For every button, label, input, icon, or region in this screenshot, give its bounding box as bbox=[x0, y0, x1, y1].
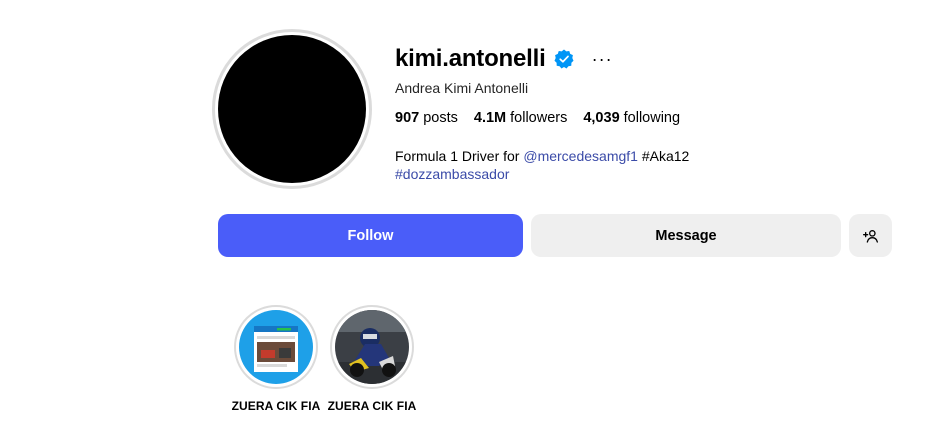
highlight-cover-ring bbox=[330, 305, 414, 389]
highlight-label: ZUERA CIK FIA bbox=[327, 399, 417, 413]
bio-text: Formula 1 Driver for bbox=[395, 148, 524, 164]
highlight-cover-image bbox=[335, 310, 409, 384]
following-label: following bbox=[623, 110, 681, 126]
followers-stat[interactable]: 4.1M followers bbox=[474, 110, 567, 126]
highlight-cover-image bbox=[239, 310, 313, 384]
suggested-accounts-button[interactable] bbox=[849, 214, 892, 257]
profile-avatar[interactable] bbox=[212, 29, 372, 189]
bio-mention-link[interactable]: @mercedesamgf1 bbox=[523, 148, 638, 164]
posts-count: 907 bbox=[395, 110, 420, 126]
more-options-icon[interactable]: ··· bbox=[592, 50, 613, 68]
followers-count: 4.1M bbox=[473, 110, 507, 126]
verified-badge-icon bbox=[554, 49, 574, 69]
bio-hashtag-aka12[interactable]: #Aka12 bbox=[642, 148, 689, 164]
following-stat[interactable]: 4,039 following bbox=[583, 110, 680, 126]
posts-label: posts bbox=[423, 110, 458, 126]
posts-stat: 907 posts bbox=[395, 110, 458, 126]
add-person-icon bbox=[862, 229, 878, 243]
following-count: 4,039 bbox=[583, 110, 620, 126]
highlight-label: ZUERA CIK FIA bbox=[231, 399, 321, 413]
bio-hashtag-link[interactable]: #dozzambassador bbox=[395, 166, 509, 182]
highlight-cover-ring bbox=[234, 305, 318, 389]
message-button[interactable]: Message bbox=[531, 214, 841, 257]
follow-button[interactable]: Follow bbox=[218, 214, 523, 257]
story-highlight[interactable]: ZUERA CIK FIA bbox=[228, 305, 324, 413]
username-row: kimi.antonelli ··· bbox=[395, 45, 613, 73]
username: kimi.antonelli bbox=[395, 45, 546, 72]
profile-stats: 907 posts 4.1M followers 4,039 following bbox=[395, 110, 680, 126]
full-name: Andrea Kimi Antonelli bbox=[395, 80, 529, 96]
bio: Formula 1 Driver for @mercedesamgf1 #Aka… bbox=[395, 147, 689, 183]
followers-label: followers bbox=[510, 110, 568, 126]
story-highlight[interactable]: ZUERA CIK FIA bbox=[324, 305, 420, 413]
avatar-image bbox=[218, 35, 366, 183]
